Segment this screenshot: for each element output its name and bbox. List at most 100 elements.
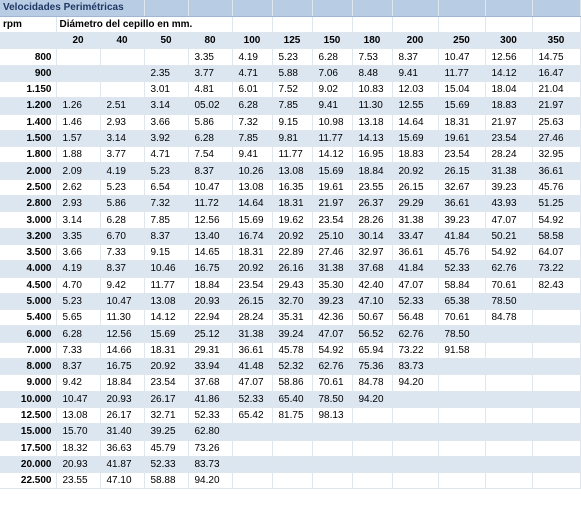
value-cell[interactable]: 13.08: [144, 293, 189, 311]
value-cell[interactable]: 23.54: [312, 211, 353, 229]
value-cell[interactable]: 18.04: [485, 81, 533, 99]
rpm-cell[interactable]: 1.400: [0, 114, 57, 131]
value-cell[interactable]: 4.19: [232, 48, 273, 66]
value-cell[interactable]: 18.31: [272, 195, 313, 213]
value-cell[interactable]: 31.38: [312, 260, 353, 278]
value-cell[interactable]: 12.56: [188, 211, 233, 229]
value-cell[interactable]: 15.69: [144, 325, 189, 343]
rpm-cell[interactable]: 2.500: [0, 179, 57, 197]
value-cell[interactable]: 14.13: [352, 130, 393, 148]
value-cell[interactable]: 1.57: [56, 130, 101, 148]
value-cell[interactable]: 19.62: [272, 211, 313, 229]
rpm-cell[interactable]: 6.000: [0, 325, 57, 343]
value-cell[interactable]: 12.56: [485, 48, 533, 66]
diameter-header[interactable]: 150: [312, 32, 353, 50]
value-cell[interactable]: [532, 472, 581, 490]
value-cell[interactable]: 18.83: [392, 146, 439, 164]
value-cell[interactable]: 16.95: [352, 146, 393, 164]
value-cell[interactable]: 73.22: [532, 260, 581, 278]
value-cell[interactable]: 6.28: [188, 130, 233, 148]
value-cell[interactable]: 28.26: [352, 211, 393, 229]
rpm-cell[interactable]: 800: [0, 48, 57, 66]
value-cell[interactable]: 16.75: [188, 260, 233, 278]
value-cell[interactable]: 94.20: [352, 391, 393, 408]
value-cell[interactable]: [532, 440, 581, 457]
value-cell[interactable]: 6.54: [144, 179, 189, 197]
value-cell[interactable]: 3.92: [144, 130, 189, 148]
diameter-header[interactable]: 100: [232, 32, 273, 50]
value-cell[interactable]: 39.23: [485, 179, 533, 197]
value-cell[interactable]: 31.38: [392, 211, 439, 229]
value-cell[interactable]: [485, 407, 533, 425]
value-cell[interactable]: [485, 456, 533, 474]
value-cell[interactable]: 15.69: [232, 211, 273, 229]
value-cell[interactable]: 52.33: [188, 407, 233, 425]
value-cell[interactable]: 50.21: [485, 228, 533, 245]
value-cell[interactable]: [392, 407, 439, 425]
cell[interactable]: [485, 16, 533, 34]
value-cell[interactable]: [56, 81, 101, 99]
value-cell[interactable]: 83.73: [188, 456, 233, 474]
value-cell[interactable]: 15.69: [438, 97, 486, 115]
value-cell[interactable]: 3.66: [56, 244, 101, 262]
value-cell[interactable]: [392, 472, 439, 490]
value-cell[interactable]: 62.76: [312, 358, 353, 376]
value-cell[interactable]: 25.12: [188, 325, 233, 343]
cell[interactable]: [532, 16, 581, 34]
value-cell[interactable]: 26.37: [352, 195, 393, 213]
value-cell[interactable]: 14.64: [232, 195, 273, 213]
value-cell[interactable]: 78.50: [312, 391, 353, 408]
value-cell[interactable]: [312, 456, 353, 474]
value-cell[interactable]: [438, 423, 486, 441]
value-cell[interactable]: 52.33: [232, 391, 273, 408]
value-cell[interactable]: 14.65: [188, 244, 233, 262]
value-cell[interactable]: 6.01: [232, 81, 273, 99]
value-cell[interactable]: 36.63: [100, 440, 145, 457]
value-cell[interactable]: 31.38: [232, 325, 273, 343]
value-cell[interactable]: 27.46: [312, 244, 353, 262]
rpm-cell[interactable]: 4.000: [0, 260, 57, 278]
diameter-header[interactable]: 180: [352, 32, 393, 50]
value-cell[interactable]: 7.85: [272, 97, 313, 115]
value-cell[interactable]: 3.77: [188, 65, 233, 82]
value-cell[interactable]: 8.48: [352, 65, 393, 82]
rpm-cell[interactable]: 1.150: [0, 81, 57, 99]
value-cell[interactable]: 41.87: [100, 456, 145, 474]
value-cell[interactable]: 42.36: [312, 309, 353, 327]
rpm-cell[interactable]: 22.500: [0, 472, 57, 490]
value-cell[interactable]: 14.75: [532, 48, 581, 66]
value-cell[interactable]: 25.63: [532, 114, 581, 131]
value-cell[interactable]: 10.26: [232, 162, 273, 180]
value-cell[interactable]: [272, 440, 313, 457]
value-cell[interactable]: 21.97: [312, 195, 353, 213]
value-cell[interactable]: [532, 456, 581, 474]
value-cell[interactable]: 52.33: [144, 456, 189, 474]
value-cell[interactable]: 2.09: [56, 162, 101, 180]
value-cell[interactable]: [272, 423, 313, 441]
rpm-cell[interactable]: 20.000: [0, 456, 57, 474]
value-cell[interactable]: 84.78: [352, 374, 393, 392]
value-cell[interactable]: 45.79: [144, 440, 189, 457]
value-cell[interactable]: [312, 440, 353, 457]
value-cell[interactable]: [56, 48, 101, 66]
value-cell[interactable]: 20.92: [232, 260, 273, 278]
cell[interactable]: [532, 0, 581, 17]
rpm-cell[interactable]: 8.000: [0, 358, 57, 376]
value-cell[interactable]: 10.47: [56, 391, 101, 408]
rpm-cell[interactable]: 3.000: [0, 211, 57, 229]
value-cell[interactable]: 36.61: [532, 162, 581, 180]
value-cell[interactable]: 21.97: [485, 114, 533, 131]
rpm-cell[interactable]: 10.000: [0, 391, 57, 408]
value-cell[interactable]: [485, 325, 533, 343]
value-cell[interactable]: 14.12: [485, 65, 533, 82]
cell[interactable]: [312, 0, 353, 17]
value-cell[interactable]: 9.41: [312, 97, 353, 115]
value-cell[interactable]: 26.17: [144, 391, 189, 408]
value-cell[interactable]: 13.08: [232, 179, 273, 197]
value-cell[interactable]: [272, 456, 313, 474]
value-cell[interactable]: 56.52: [352, 325, 393, 343]
value-cell[interactable]: 8.37: [144, 228, 189, 245]
value-cell[interactable]: 56.48: [392, 309, 439, 327]
value-cell[interactable]: 14.12: [144, 309, 189, 327]
value-cell[interactable]: 7.33: [56, 342, 101, 360]
